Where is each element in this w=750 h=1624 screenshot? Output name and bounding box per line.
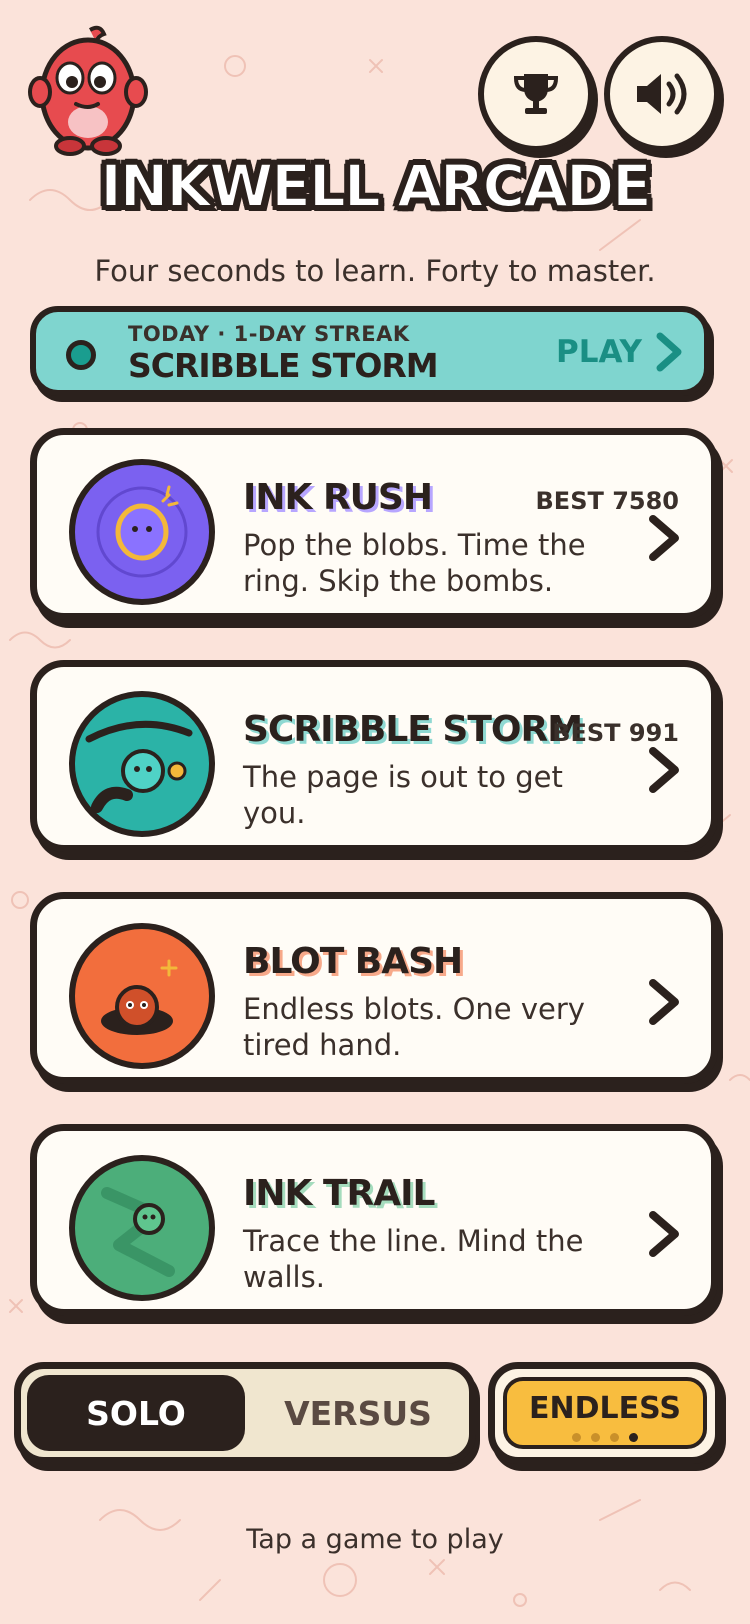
chevron-right-icon	[656, 332, 682, 372]
game-description: Pop the blobs. Time the ring. Skip the b…	[243, 528, 586, 598]
daily-challenge-banner[interactable]: TODAY · 1-DAY STREAK SCRIBBLE STORM PLAY	[30, 306, 710, 396]
scribble-storm-icon	[69, 691, 215, 837]
page-dot-active	[629, 1433, 638, 1442]
game-title: BLOT BASH	[243, 941, 463, 982]
footer-hint: Tap a game to play	[246, 1524, 504, 1555]
daily-status-dot	[66, 340, 96, 370]
chevron-right-icon	[649, 747, 679, 793]
best-score: BEST 7580	[535, 487, 680, 515]
game-title: SCRIBBLE STORM	[243, 709, 583, 750]
endless-button-face: ENDLESS	[503, 1377, 707, 1449]
page-dot	[610, 1433, 619, 1442]
tagline: Four seconds to learn. Forty to master.	[94, 254, 656, 288]
blob-mascot-icon	[28, 25, 148, 156]
endless-button[interactable]: ENDLESS	[488, 1362, 722, 1464]
game-description: The page is out to get you.	[243, 760, 563, 830]
game-title: INK TRAIL	[243, 1173, 435, 1214]
trophy-button[interactable]	[478, 36, 594, 152]
blot-bash-icon	[69, 923, 215, 1069]
game-description: Endless blots. One very tired hand.	[243, 992, 585, 1062]
daily-game-title: SCRIBBLE STORM	[128, 346, 439, 385]
game-card-blot-bash[interactable]: BLOT BASH Endless blots. One very tired …	[30, 892, 718, 1084]
page-dot	[591, 1433, 600, 1442]
page-dot	[572, 1433, 581, 1442]
app-title: INKWELL ARCADE	[99, 151, 653, 221]
game-card-ink-trail[interactable]: INK TRAIL Trace the line. Mind the walls…	[30, 1124, 718, 1316]
daily-play-label[interactable]: PLAY	[556, 334, 642, 370]
game-description: Trace the line. Mind the walls.	[243, 1224, 584, 1294]
chevron-right-icon	[649, 979, 679, 1025]
game-card-scribble-storm[interactable]: SCRIBBLE STORM BEST 991 The page is out …	[30, 660, 718, 852]
mode-versus-button[interactable]: VERSUS	[253, 1375, 463, 1451]
trophy-icon	[513, 74, 559, 114]
chevron-right-icon	[649, 1211, 679, 1257]
ink-trail-icon	[69, 1155, 215, 1301]
game-title: INK RUSH	[243, 477, 433, 518]
page-indicator	[507, 1433, 703, 1442]
sound-button[interactable]	[604, 36, 720, 152]
speaker-icon	[637, 73, 687, 115]
chevron-right-icon	[649, 515, 679, 561]
daily-streak-label: TODAY · 1-DAY STREAK	[128, 322, 410, 346]
mode-solo-button[interactable]: SOLO	[27, 1375, 245, 1451]
endless-label: ENDLESS	[529, 1391, 681, 1426]
mode-toggle: SOLO VERSUS	[14, 1362, 476, 1464]
best-score: BEST 991	[552, 719, 679, 747]
game-card-ink-rush[interactable]: INK RUSH BEST 7580 Pop the blobs. Time t…	[30, 428, 718, 620]
ink-rush-icon	[69, 459, 215, 605]
